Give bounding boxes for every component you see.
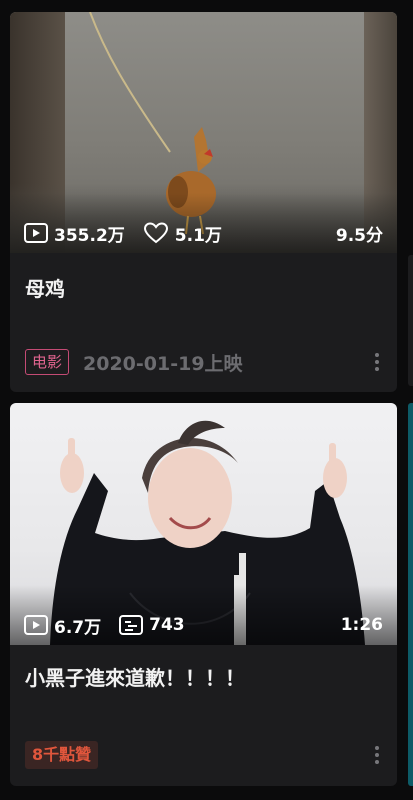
next-column-card-edge[interactable] bbox=[408, 403, 413, 786]
category-tag: 电影 bbox=[25, 349, 70, 375]
video-stats: 355.2万 5.1万 9.5分 bbox=[24, 220, 383, 246]
video-stats: 6.7万 743 1:26 bbox=[24, 612, 383, 638]
video-thumbnail[interactable]: 355.2万 5.1万 9.5分 bbox=[10, 12, 397, 253]
likes-tag: 8千點贊 bbox=[25, 741, 99, 769]
next-column-card-edge[interactable] bbox=[408, 255, 413, 386]
more-icon[interactable] bbox=[369, 350, 385, 374]
release-date: 2020-01-19上映 bbox=[83, 352, 243, 375]
play-count: 6.7万 bbox=[54, 617, 102, 638]
video-title[interactable]: 母鸡 bbox=[25, 273, 382, 302]
play-count: 355.2万 bbox=[54, 225, 125, 246]
like-count: 5.1万 bbox=[174, 225, 222, 246]
comment-count: 743 bbox=[149, 615, 185, 635]
rating-score: 9.5分 bbox=[335, 225, 383, 246]
play-icon bbox=[24, 223, 48, 243]
video-thumbnail[interactable]: 6.7万 743 1:26 bbox=[10, 403, 397, 645]
video-duration: 1:26 bbox=[340, 615, 383, 635]
video-title[interactable]: 小黑子進來道歉！！！！ bbox=[25, 662, 382, 691]
play-icon bbox=[24, 615, 48, 635]
more-icon[interactable] bbox=[369, 743, 385, 767]
heart-icon bbox=[143, 222, 168, 244]
danmaku-icon bbox=[119, 615, 144, 635]
video-card-hen[interactable]: 355.2万 5.1万 9.5分 母鸡 电影 2020-01-19上映 bbox=[10, 12, 397, 392]
video-card-apology[interactable]: 6.7万 743 1:26 小黑子進來道歉！！！！ 8千點贊 bbox=[10, 403, 397, 786]
